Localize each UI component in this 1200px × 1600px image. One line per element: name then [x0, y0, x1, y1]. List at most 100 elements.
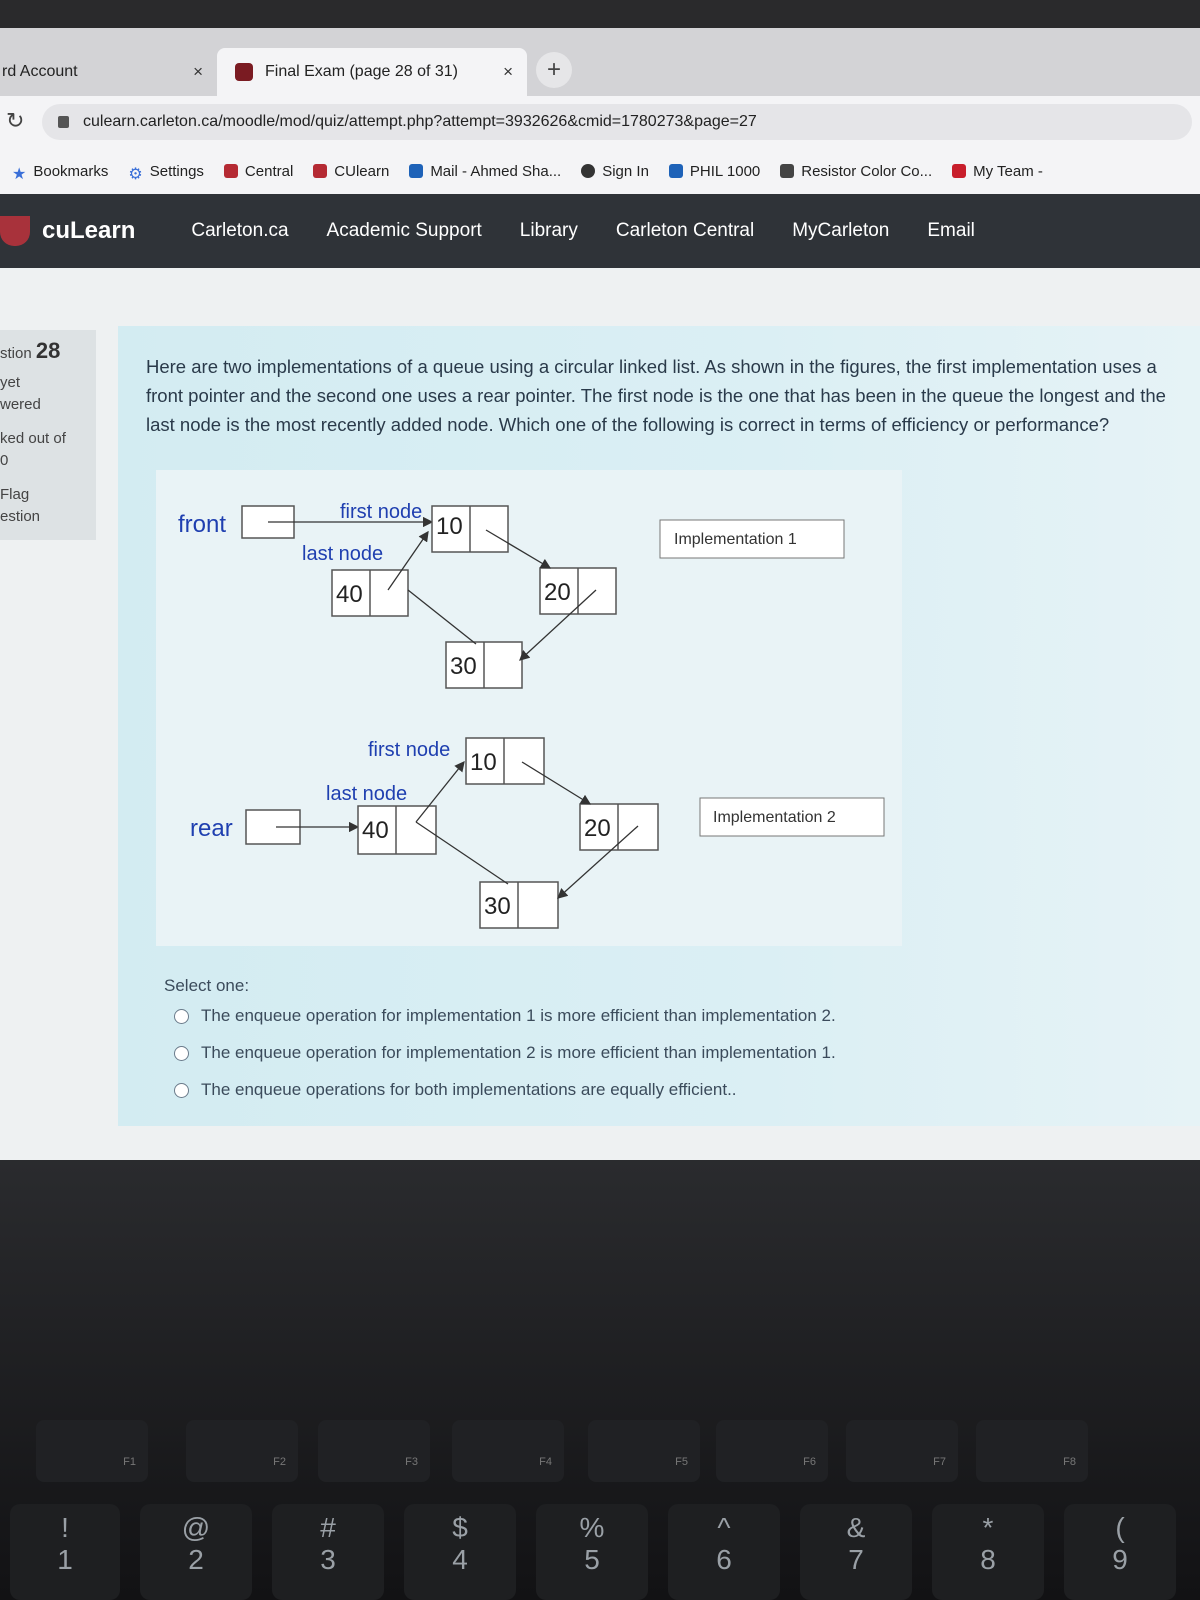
radio-button[interactable] [174, 1082, 189, 1098]
key-6: ^ 6 [668, 1504, 780, 1600]
outlook-icon [409, 164, 424, 178]
radio-button[interactable] [174, 1008, 189, 1024]
key-f5: F5 [588, 1420, 700, 1482]
svg-text:20: 20 [584, 815, 611, 842]
tab-strip: rd Account × Final Exam (page 28 of 31) … [0, 28, 1200, 96]
tab-label: Final Exam (page 28 of 31) [265, 63, 458, 80]
impl2-label: Implementation 2 [713, 809, 836, 826]
bookmark-central[interactable]: Central [223, 163, 293, 180]
star-icon: ★ [12, 166, 27, 183]
gear-icon: ⚙ [128, 166, 143, 183]
key-4: $4 [404, 1504, 516, 1600]
last-node-label-2: last node [326, 783, 407, 805]
nav-mycarleton[interactable]: MyCarleton [792, 220, 889, 242]
sign-in-icon [581, 164, 596, 178]
flag-question-2[interactable]: estion [0, 508, 40, 525]
answer-option-3[interactable]: The enqueue operations for both implemen… [174, 1080, 737, 1100]
screen: rd Account × Final Exam (page 28 of 31) … [0, 28, 1200, 1160]
key-f8: F8 [976, 1420, 1088, 1482]
svg-text:40: 40 [336, 581, 363, 608]
carleton-shield-icon [235, 63, 253, 81]
key-f3: F3 [318, 1420, 430, 1482]
carleton-shield-icon [0, 216, 30, 246]
bookmarks-bar: ★ Bookmarks ⚙ Settings Central CUlearn Mai… [0, 148, 1200, 195]
last-node-label-1: last node [302, 543, 383, 565]
nav-email[interactable]: Email [927, 220, 975, 242]
key-2: @2 [140, 1504, 252, 1600]
key-f1: F1 [36, 1420, 148, 1482]
bookmark-sign-in[interactable]: Sign In [581, 163, 649, 180]
nav-carleton[interactable]: Carleton.ca [191, 220, 288, 242]
tab-label: rd Account [2, 63, 78, 80]
tab-final-exam[interactable]: Final Exam (page 28 of 31) × [217, 48, 527, 96]
answer-option-1[interactable]: The enqueue operation for implementation… [174, 1006, 836, 1026]
key-9: (9 [1064, 1504, 1176, 1600]
culearn-logo[interactable]: cuLearn [0, 216, 135, 246]
url-input[interactable]: culearn.carleton.ca/moodle/mod/quiz/atte… [42, 104, 1192, 140]
svg-text:30: 30 [484, 893, 511, 920]
tab-account[interactable]: rd Account × [0, 48, 217, 96]
bookmark-my-team[interactable]: My Team - [952, 163, 1043, 180]
page-content: stion 28 yet wered ked out of 0 Flag est… [0, 268, 1200, 1160]
svg-text:30: 30 [450, 653, 477, 680]
status-line-2: wered [0, 396, 41, 413]
key-f4: F4 [452, 1420, 564, 1482]
key-f2: F2 [186, 1420, 298, 1482]
node-10-impl2: 10 [465, 737, 545, 785]
laptop-keyboard: F1 F2 F3 F4 F5 F6 F7 F8 ! 1 @2 #3 $4 % 5 ^… [0, 1160, 1200, 1600]
key-f7: F7 [846, 1420, 958, 1482]
close-tab-icon[interactable]: × [503, 62, 513, 82]
front-label: front [178, 511, 226, 538]
key-3: #3 [272, 1504, 384, 1600]
question-box: Here are two implementations of a queue … [118, 326, 1200, 1126]
bookmark-resistor[interactable]: Resistor Color Co... [780, 163, 932, 180]
key-7: & 7 [800, 1504, 912, 1600]
carleton-shield-icon [223, 164, 238, 178]
nfl-icon [952, 164, 967, 178]
address-bar: ↻ culearn.carleton.ca/moodle/mod/quiz/at… [0, 96, 1200, 148]
queue-figure: front first node last node 10 40 20 30 I… [156, 470, 902, 946]
lock-icon [58, 116, 69, 128]
url-text: culearn.carleton.ca/moodle/mod/quiz/atte… [83, 113, 757, 130]
first-node-label-1: first node [340, 501, 422, 523]
svg-text:10: 10 [470, 749, 497, 776]
nav-carleton-central[interactable]: Carleton Central [616, 220, 754, 242]
select-one-label: Select one: [164, 976, 250, 995]
calendar-icon [668, 164, 683, 178]
key-5: % 5 [536, 1504, 648, 1600]
question-info: stion 28 yet wered ked out of 0 Flag est… [0, 330, 96, 540]
svg-text:20: 20 [544, 579, 571, 606]
marked-value: 0 [0, 452, 9, 469]
reload-icon[interactable]: ↻ [6, 108, 24, 134]
question-text: Here are two implementations of a queue … [146, 356, 1166, 435]
radio-button[interactable] [174, 1045, 189, 1061]
rear-label: rear [190, 815, 233, 842]
nav-library[interactable]: Library [520, 220, 578, 242]
marked-out-of: ked out of [0, 430, 66, 447]
node-30-impl1: 30 [445, 641, 523, 689]
bookmark-culearn[interactable]: CUlearn [313, 163, 389, 180]
node-30-impl2: 30 [479, 881, 559, 929]
bookmark-mail[interactable]: Mail - Ahmed Sha... [409, 163, 561, 180]
node-40-impl2: 40 [357, 805, 437, 855]
new-tab-button[interactable]: + [536, 52, 572, 88]
svg-text:40: 40 [362, 817, 389, 844]
flag-question-1[interactable]: Flag [0, 486, 29, 503]
site-navbar: cuLearn Carleton.ca Academic Support Lib… [0, 194, 1200, 268]
nav-academic-support[interactable]: Academic Support [327, 220, 482, 242]
key-8: * 8 [932, 1504, 1044, 1600]
bookmark-bookmarks[interactable]: ★ Bookmarks [12, 163, 108, 184]
carleton-shield-icon [313, 164, 328, 178]
impl1-label: Implementation 1 [674, 531, 797, 548]
bookmark-settings[interactable]: ⚙ Settings [128, 163, 204, 184]
svg-text:10: 10 [436, 513, 463, 540]
bookmark-phil[interactable]: PHIL 1000 [668, 163, 760, 180]
resistor-icon [780, 164, 795, 178]
node-10-impl1: 10 [431, 505, 509, 553]
close-tab-icon[interactable]: × [193, 62, 203, 82]
key-f6: F6 [716, 1420, 828, 1482]
answer-option-2[interactable]: The enqueue operation for implementation… [174, 1043, 836, 1063]
question-number: stion 28 [0, 338, 61, 363]
linked-list-diagram: front first node last node 10 40 20 30 I… [178, 501, 885, 929]
first-node-label-2: first node [368, 739, 450, 761]
